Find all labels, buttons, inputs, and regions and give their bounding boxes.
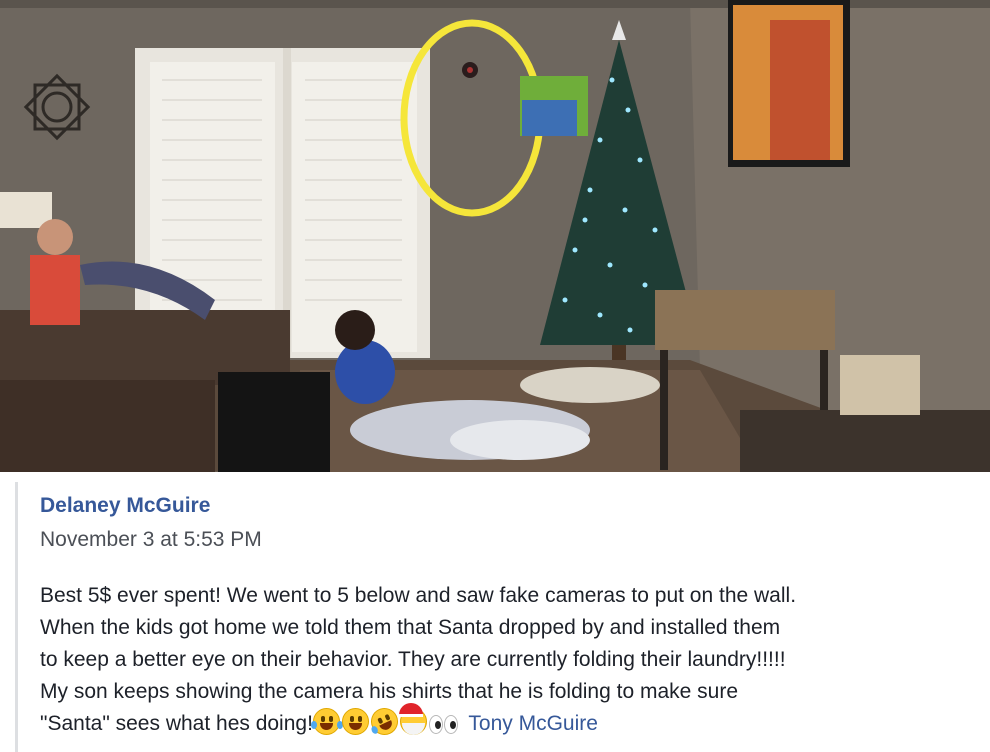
boy bbox=[30, 255, 80, 325]
post-body-last-line: "Santa" sees what hes doing! Tony McGuir… bbox=[40, 703, 975, 744]
post-timestamp-link[interactable]: November 3 at 5:53 PM bbox=[40, 528, 262, 552]
laundry-basket bbox=[218, 372, 330, 472]
post-content: Delaney McGuire November 3 at 5:53 PM Be… bbox=[0, 472, 990, 752]
eyes-emoji bbox=[428, 712, 459, 744]
post-body-line: My son keeps showing the camera his shir… bbox=[40, 680, 739, 703]
living-room-photo bbox=[0, 0, 990, 472]
post-body: Best 5$ ever spent! We went to 5 below a… bbox=[40, 580, 975, 744]
post-photo[interactable] bbox=[0, 0, 990, 472]
santa-emoji bbox=[398, 703, 427, 735]
quote-bar bbox=[15, 482, 18, 752]
tears-of-joy-emoji bbox=[310, 708, 343, 735]
rolling-laughing-emoji bbox=[366, 703, 403, 740]
post-body-line: When the kids got home we told them that… bbox=[40, 616, 781, 639]
console-table bbox=[655, 290, 835, 350]
post-body-line: to keep a better eye on their behavior. … bbox=[40, 648, 786, 671]
tagged-user-link[interactable]: Tony McGuire bbox=[468, 712, 598, 735]
post-body-line: Best 5$ ever spent! We went to 5 below a… bbox=[40, 584, 797, 607]
grinning-emoji bbox=[341, 708, 369, 735]
girl bbox=[335, 340, 395, 404]
post-body-last-text: "Santa" sees what hes doing! bbox=[40, 712, 313, 735]
author-name-link[interactable]: Delaney McGuire bbox=[40, 494, 210, 518]
